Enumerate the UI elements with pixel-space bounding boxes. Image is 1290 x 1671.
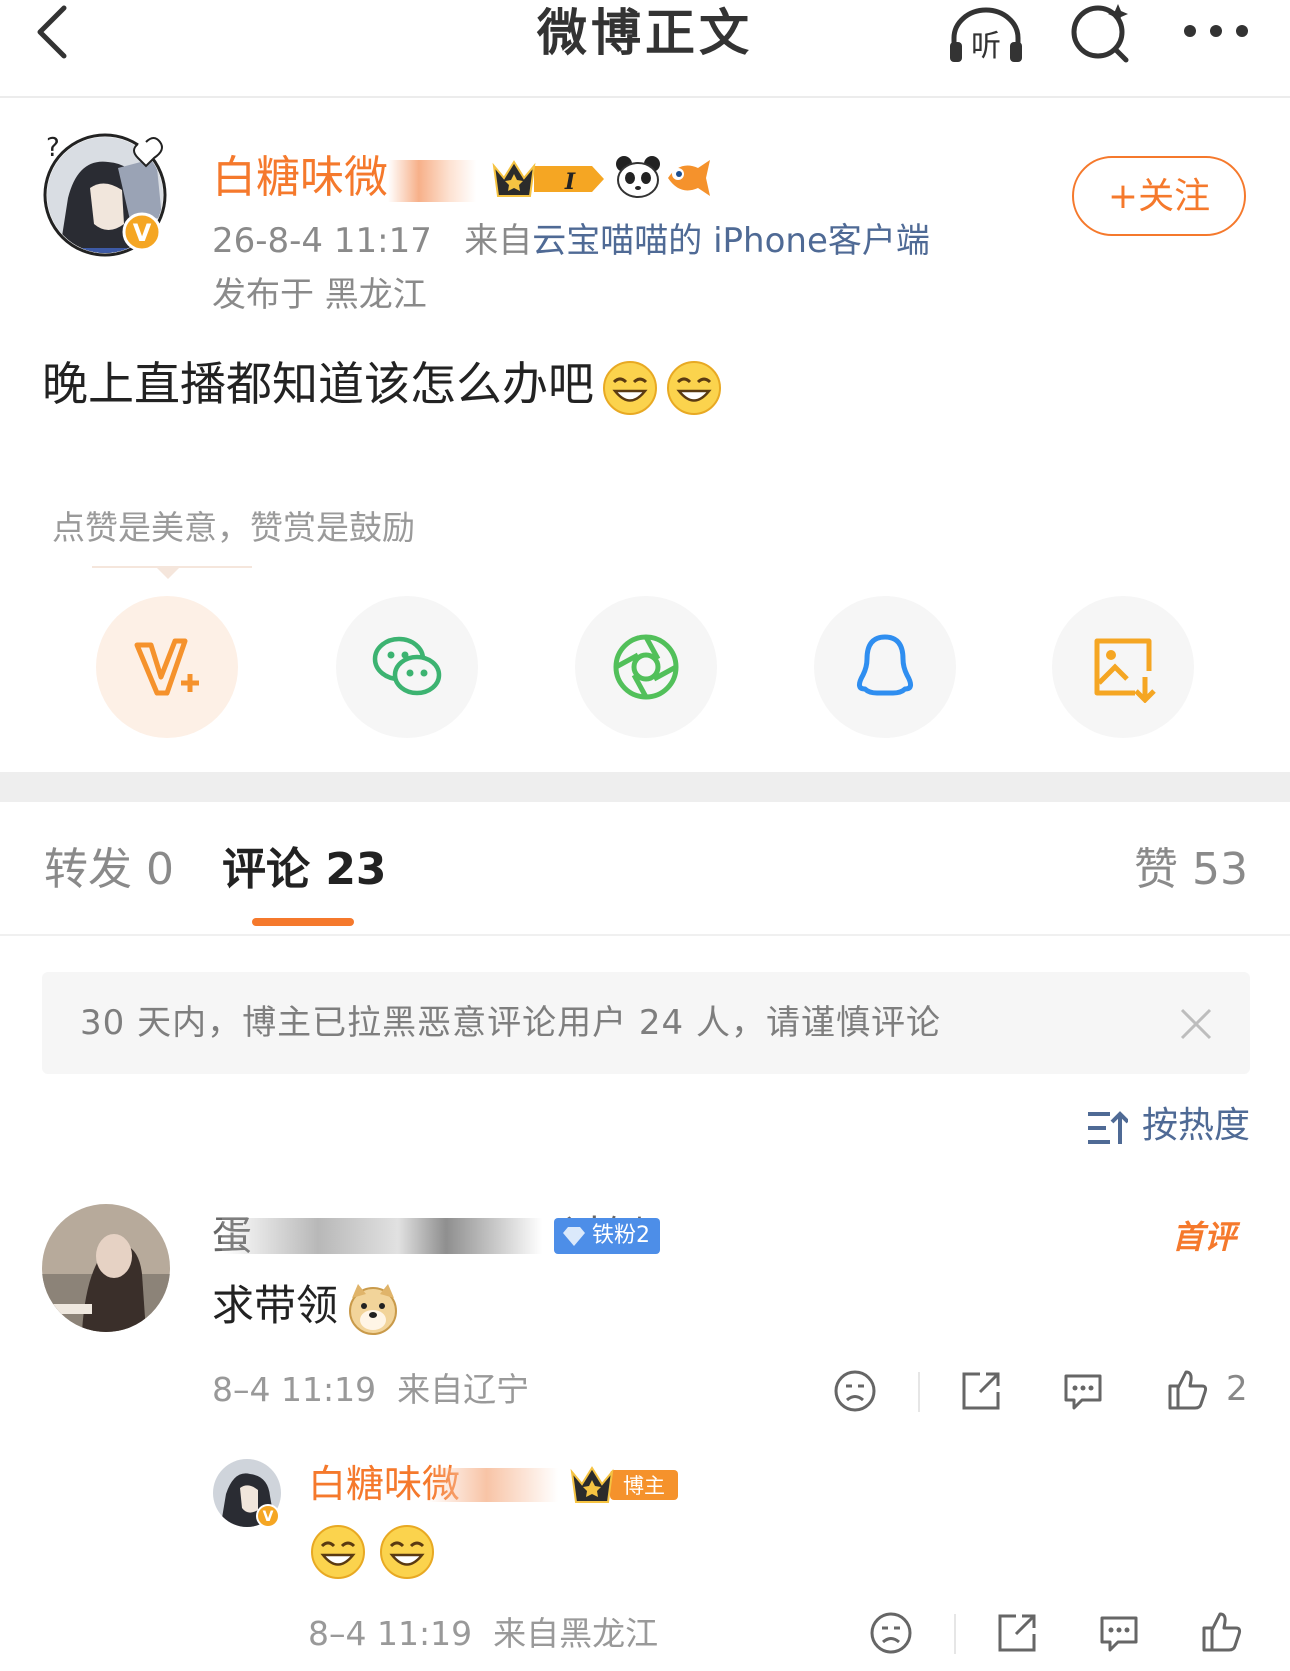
svg-text:?: ? xyxy=(46,133,60,163)
post-source-prefix: 来自 xyxy=(464,221,533,261)
post-time: 26-8-4 11:17 xyxy=(212,221,432,261)
tabs-divider xyxy=(0,934,1290,936)
share-comment-button[interactable] xyxy=(958,1368,1004,1414)
sort-icon xyxy=(1088,1111,1128,1144)
tab-repost[interactable]: 转发 0 xyxy=(44,840,174,900)
sort-button[interactable]: 按热度 xyxy=(1086,1100,1252,1152)
frown-face-icon xyxy=(834,1370,876,1412)
reply-body xyxy=(310,1524,435,1584)
post-body: 晚上直播都知道该怎么办吧 xyxy=(42,352,722,416)
name-mosaic-blur xyxy=(222,1218,542,1254)
action-separator xyxy=(918,1372,920,1412)
save-image-button[interactable] xyxy=(1052,596,1194,738)
crown-icon: 博主 xyxy=(570,1466,678,1503)
author-avatar[interactable]: ? V xyxy=(38,128,172,262)
action-separator xyxy=(954,1614,956,1654)
svg-text:听: 听 xyxy=(971,29,1001,64)
qq-share-button[interactable] xyxy=(814,596,956,738)
diamond-icon xyxy=(563,1227,585,1246)
wechat-icon xyxy=(372,636,442,696)
name-mosaic-blur xyxy=(388,160,476,202)
share-out-icon xyxy=(998,1614,1036,1652)
comment-bubble-icon xyxy=(1100,1616,1138,1652)
avatar-image: ? V xyxy=(43,133,167,257)
post-meta: 26-8-4 11:17 来自云宝喵喵的 iPhone客户端 xyxy=(212,218,930,264)
tab-comment[interactable]: 评论 23 xyxy=(222,840,387,900)
crown-icon: I xyxy=(492,160,604,197)
like-count: 2 xyxy=(1226,1369,1248,1409)
grin-emoji-icon xyxy=(311,1525,365,1579)
post-location: 发布于 黑龙江 xyxy=(212,275,427,315)
headphone-listen-icon: 听 xyxy=(950,7,1022,64)
name-mosaic-blur xyxy=(428,1468,558,1502)
author-name[interactable]: 白糖味微 xyxy=(212,150,388,206)
follow-button[interactable]: +关注 xyxy=(1072,156,1246,236)
close-icon xyxy=(1180,1008,1212,1040)
fish-badge[interactable] xyxy=(664,154,712,200)
like-button[interactable] xyxy=(1164,1366,1210,1412)
image-download-icon xyxy=(1094,638,1156,703)
first-comment-tag: 首评 xyxy=(1172,1218,1237,1256)
comment-location: 来自辽宁 xyxy=(397,1370,530,1409)
moments-icon xyxy=(613,634,679,700)
reply-share-button[interactable] xyxy=(994,1610,1040,1656)
comment-bubble-icon xyxy=(1064,1374,1102,1410)
reply-like-button[interactable] xyxy=(1198,1608,1244,1654)
thumbs-up-icon xyxy=(1168,1370,1208,1410)
fan-badge[interactable]: 铁粉2 xyxy=(554,1218,660,1254)
notice-text: 30 天内，博主已拉黑恶意评论用户 24 人，请谨慎评论 xyxy=(80,1003,941,1043)
comment-text: 求带领 xyxy=(212,1281,339,1330)
active-tab-indicator xyxy=(252,918,354,926)
v-plus-icon xyxy=(134,638,199,696)
search-button[interactable] xyxy=(1068,0,1134,64)
svg-text:I: I xyxy=(564,169,576,195)
more-dots-icon xyxy=(1184,25,1248,37)
doge-emoji-icon xyxy=(349,1283,398,1335)
vip-reward-button[interactable] xyxy=(96,596,238,738)
grin-emoji-icon xyxy=(603,360,657,415)
sort-label: 按热度 xyxy=(1142,1105,1251,1146)
reply-location: 来自黑龙江 xyxy=(493,1614,659,1653)
member-level-badge[interactable]: I xyxy=(490,156,608,202)
share-out-icon xyxy=(962,1372,1000,1410)
wechat-share-button[interactable] xyxy=(336,596,478,738)
dislike-button[interactable] xyxy=(832,1368,878,1414)
reply-comment-button[interactable] xyxy=(1096,1610,1142,1656)
svg-text:V: V xyxy=(133,219,152,247)
panda-badge[interactable] xyxy=(614,154,662,200)
fan-badge-label: 铁粉2 xyxy=(592,1223,650,1248)
grin-emoji-icon xyxy=(667,360,721,415)
commenter-avatar[interactable] xyxy=(42,1204,170,1332)
avatar-image: V xyxy=(213,1459,281,1528)
moments-share-button[interactable] xyxy=(575,596,717,738)
avatar-image xyxy=(42,1204,170,1332)
thumbs-up-icon xyxy=(1202,1612,1242,1652)
more-button[interactable] xyxy=(1180,20,1252,42)
tip-pointer xyxy=(156,567,180,579)
comment-body: 求带领 xyxy=(212,1276,400,1336)
reply-button[interactable] xyxy=(1060,1368,1106,1414)
search-icon xyxy=(1071,4,1129,63)
svg-text:博主: 博主 xyxy=(623,1474,665,1498)
grin-emoji-icon xyxy=(380,1525,435,1579)
frown-face-icon xyxy=(870,1612,912,1654)
reply-time: 8–4 11:19 xyxy=(308,1614,473,1653)
panda-icon xyxy=(616,156,660,198)
comment-meta: 8–4 11:19 来自辽宁 xyxy=(212,1366,529,1414)
listen-button[interactable]: 听 xyxy=(946,6,1026,66)
reply-author-avatar[interactable]: V xyxy=(210,1456,284,1530)
reply-meta: 8–4 11:19 来自黑龙江 xyxy=(308,1610,658,1658)
reward-tip: 点赞是美意，赞赏是鼓励 xyxy=(52,508,415,547)
notice-close-button[interactable] xyxy=(1176,1004,1216,1044)
author-badge: 博主 xyxy=(570,1462,680,1506)
reply-dislike-button[interactable] xyxy=(868,1610,914,1656)
post-text: 晚上直播都知道该怎么办吧 xyxy=(42,357,594,411)
post-source[interactable]: 云宝喵喵的 iPhone客户端 xyxy=(532,221,930,261)
svg-text:V: V xyxy=(263,1509,274,1525)
tab-like[interactable]: 赞 53 xyxy=(1134,840,1248,900)
section-divider xyxy=(0,772,1290,802)
goldfish-icon xyxy=(668,160,710,196)
qq-icon xyxy=(857,634,913,696)
comment-time: 8–4 11:19 xyxy=(212,1370,377,1409)
